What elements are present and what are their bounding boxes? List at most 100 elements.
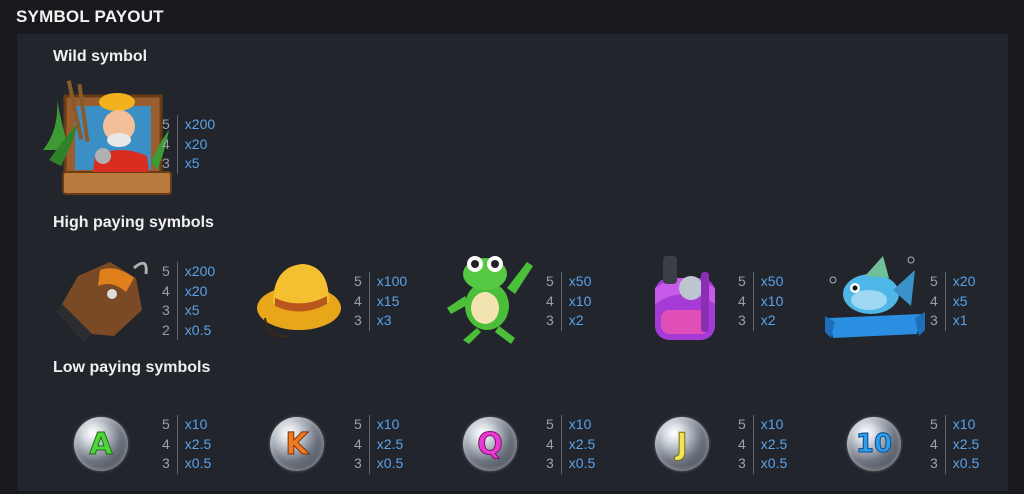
payout-counts: 5 4 3 2 — [162, 262, 178, 340]
payout-count: 3 — [930, 312, 938, 328]
payout-counts: 5 4 3 — [930, 415, 946, 474]
payout-count: 5 — [354, 416, 362, 432]
payout-multipliers: x10 x2.5 x0.5 — [562, 415, 595, 474]
payout-multiplier: x2.5 — [952, 435, 980, 452]
boot-icon — [56, 248, 156, 348]
high-section-title: High paying symbols — [53, 214, 214, 231]
payout-multiplier: x200 — [184, 263, 216, 279]
payout-count: 3 — [546, 455, 554, 471]
payout-multiplier: x5 — [952, 292, 968, 309]
payout-multipliers: x10 x2.5 x0.5 — [370, 415, 403, 474]
boot-payout-table: 5 4 3 2 x200 x20 x5 x0.5 — [162, 262, 215, 340]
payout-multiplier: x10 — [376, 416, 400, 432]
payout-multiplier: x10 — [760, 416, 784, 432]
payout-multiplier: x0.5 — [952, 455, 980, 471]
payout-multiplier: x2.5 — [376, 435, 404, 452]
symbol-letter: J — [655, 417, 709, 471]
k-payout-table: 5 4 3 x10 x2.5 x0.5 — [354, 415, 403, 474]
payout-multiplier: x2.5 — [184, 435, 212, 452]
payout-counts: 5 4 3 — [930, 272, 946, 331]
payout-multiplier: x100 — [376, 273, 408, 289]
frog-payout-table: 5 4 3 x50 x10 x2 — [546, 272, 591, 331]
payout-counts: 5 4 3 — [546, 272, 562, 331]
j-payout-table: 5 4 3 x10 x2.5 x0.5 — [738, 415, 787, 474]
payout-count: 3 — [738, 312, 746, 328]
payout-counts: 5 4 3 — [162, 115, 178, 174]
payout-multiplier: x0.5 — [184, 455, 212, 471]
payout-count: 3 — [738, 455, 746, 471]
payout-multiplier: x20 — [184, 282, 208, 299]
number-10-icon: 10 — [824, 394, 924, 494]
fisherman-icon — [39, 80, 173, 202]
symbol-letter: 10 — [847, 417, 901, 471]
payout-count: 4 — [162, 282, 170, 299]
a-payout-table: 5 4 3 x10 x2.5 x0.5 — [162, 415, 211, 474]
payout-counts: 5 4 3 — [738, 272, 754, 331]
payout-multiplier: x10 — [760, 292, 784, 309]
payout-multiplier: x10 — [952, 416, 976, 432]
payout-multiplier: x2.5 — [568, 435, 596, 452]
payout-count: 4 — [546, 435, 554, 452]
payout-multiplier: x0.5 — [376, 455, 404, 471]
payout-multiplier: x0.5 — [568, 455, 596, 471]
payout-multiplier: x0.5 — [760, 455, 788, 471]
payout-count: 3 — [930, 455, 938, 471]
payout-counts: 5 4 3 — [546, 415, 562, 474]
symbol-letter: Q — [463, 417, 517, 471]
payout-multiplier: x10 — [568, 292, 592, 309]
payout-multipliers: x50 x10 x2 — [754, 272, 784, 331]
payout-count: 5 — [738, 273, 746, 289]
payout-count: 5 — [162, 263, 170, 279]
payout-multipliers: x10 x2.5 x0.5 — [946, 415, 979, 474]
payout-count: 4 — [354, 292, 362, 309]
payout-count: 4 — [546, 292, 554, 309]
hat-payout-table: 5 4 3 x100 x15 x3 — [354, 272, 407, 331]
payout-count: 2 — [162, 321, 170, 338]
payout-count: 3 — [546, 312, 554, 328]
q-payout-table: 5 4 3 x10 x2.5 x0.5 — [546, 415, 595, 474]
payout-multiplier: x5 — [184, 155, 200, 171]
payout-count: 5 — [162, 416, 170, 432]
payout-multiplier: x5 — [184, 302, 200, 318]
payout-counts: 5 4 3 — [354, 272, 370, 331]
ten-payout-table: 5 4 3 x10 x2.5 x0.5 — [930, 415, 979, 474]
frog-icon — [441, 248, 541, 348]
payout-multiplier: x50 — [760, 273, 784, 289]
payout-panel: Wild symbol 5 4 3 x200 x20 x5 High payin… — [17, 34, 1008, 491]
payout-count: 4 — [354, 435, 362, 452]
payout-count: 3 — [354, 312, 362, 328]
payout-multiplier: x1 — [952, 312, 968, 328]
payout-count: 5 — [930, 416, 938, 432]
payout-multiplier: x15 — [376, 292, 400, 309]
letter-j-icon: J — [632, 394, 732, 494]
payout-count: 5 — [930, 273, 938, 289]
payout-multiplier: x2 — [760, 312, 776, 328]
payout-multipliers: x100 x15 x3 — [370, 272, 407, 331]
hat-icon — [249, 248, 349, 348]
letter-q-icon: Q — [440, 394, 540, 494]
payout-count: 4 — [738, 435, 746, 452]
payout-multipliers: x50 x10 x2 — [562, 272, 592, 331]
fish-icon — [825, 248, 925, 348]
payout-multipliers: x200 x20 x5 x0.5 — [178, 262, 215, 340]
payout-multiplier: x50 — [568, 273, 592, 289]
payout-multiplier: x10 — [568, 416, 592, 432]
wild-section-title: Wild symbol — [53, 48, 148, 65]
payout-count: 5 — [546, 416, 554, 432]
payout-count: 5 — [354, 273, 362, 289]
backpack-icon — [633, 248, 733, 348]
payout-count: 3 — [162, 155, 170, 171]
payout-multiplier: x3 — [376, 312, 392, 328]
payout-multiplier: x10 — [184, 416, 208, 432]
payout-multipliers: x20 x5 x1 — [946, 272, 976, 331]
letter-k-icon: K — [247, 394, 347, 494]
payout-count: 3 — [162, 455, 170, 471]
payout-multiplier: x2.5 — [760, 435, 788, 452]
payout-count: 4 — [930, 435, 938, 452]
payout-count: 5 — [162, 116, 170, 132]
payout-multipliers: x10 x2.5 x0.5 — [754, 415, 787, 474]
payout-count: 4 — [930, 292, 938, 309]
symbol-letter: A — [74, 417, 128, 471]
payout-count: 4 — [738, 292, 746, 309]
backpack-payout-table: 5 4 3 x50 x10 x2 — [738, 272, 783, 331]
